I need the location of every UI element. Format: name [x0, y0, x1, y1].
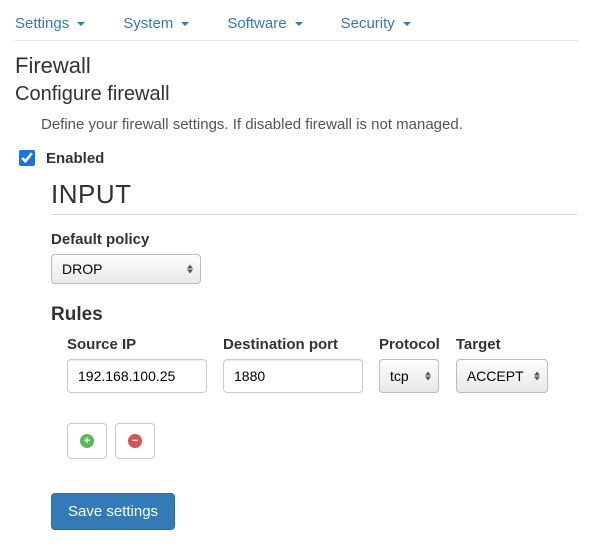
enabled-row: Enabled — [15, 147, 578, 169]
nav-settings-label: Settings — [15, 15, 69, 32]
default-policy-label: Default policy — [51, 231, 578, 248]
nav-system[interactable]: System — [123, 15, 189, 32]
source-ip-label: Source IP — [67, 336, 207, 353]
top-nav: Settings System Software Security — [15, 15, 578, 41]
page-subtitle: Configure firewall — [15, 83, 578, 106]
divider — [51, 214, 578, 215]
chevron-down-icon — [77, 22, 85, 26]
chevron-down-icon — [295, 22, 303, 26]
col-target: Target ACCEPT — [456, 336, 548, 393]
dest-port-input[interactable] — [223, 359, 363, 393]
remove-rule-button[interactable]: − — [115, 423, 155, 459]
default-policy-select-wrap: DROP — [51, 254, 201, 284]
nav-software-label: Software — [227, 15, 286, 32]
rules-heading: Rules — [51, 304, 578, 326]
target-select-wrap: ACCEPT — [456, 359, 548, 393]
col-source-ip: Source IP — [67, 336, 207, 393]
enabled-checkbox[interactable] — [19, 150, 35, 166]
protocol-label: Protocol — [379, 336, 440, 353]
enabled-label: Enabled — [46, 150, 104, 167]
col-protocol: Protocol tcp — [379, 336, 440, 393]
chain-section: INPUT Default policy DROP Rules Source I… — [51, 179, 578, 459]
save-settings-button[interactable]: Save settings — [51, 493, 175, 530]
page-description: Define your firewall settings. If disabl… — [41, 116, 578, 133]
chevron-down-icon — [403, 22, 411, 26]
minus-circle-icon: − — [128, 434, 142, 448]
default-policy-select[interactable]: DROP — [51, 254, 201, 284]
chevron-down-icon — [181, 22, 189, 26]
col-dest-port: Destination port — [223, 336, 363, 393]
nav-security[interactable]: Security — [341, 15, 411, 32]
rule-buttons: + − — [67, 423, 578, 459]
protocol-select[interactable]: tcp — [379, 359, 439, 393]
add-rule-button[interactable]: + — [67, 423, 107, 459]
dest-port-label: Destination port — [223, 336, 363, 353]
nav-system-label: System — [123, 15, 173, 32]
plus-circle-icon: + — [80, 434, 94, 448]
rules-row: Source IP Destination port Protocol tcp … — [67, 336, 578, 393]
nav-software[interactable]: Software — [227, 15, 302, 32]
page-title: Firewall — [15, 53, 578, 79]
nav-security-label: Security — [341, 15, 395, 32]
source-ip-input[interactable] — [67, 359, 207, 393]
nav-settings[interactable]: Settings — [15, 15, 85, 32]
chain-title: INPUT — [51, 179, 578, 210]
target-select[interactable]: ACCEPT — [456, 359, 548, 393]
protocol-select-wrap: tcp — [379, 359, 439, 393]
target-label: Target — [456, 336, 548, 353]
